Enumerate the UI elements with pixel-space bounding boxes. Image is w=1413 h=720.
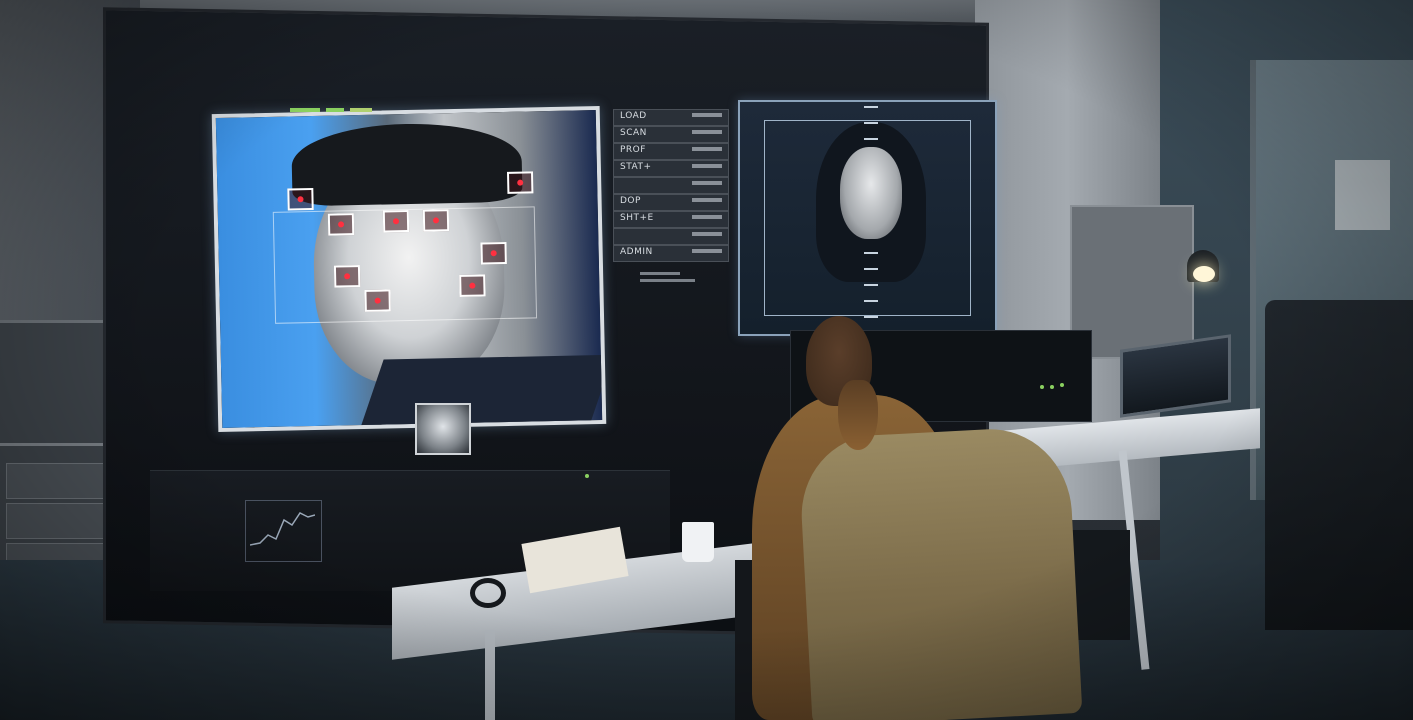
status-led	[1050, 385, 1054, 389]
left-face-monitor	[211, 105, 607, 433]
drawer	[6, 503, 112, 539]
status-panel: LOAD SCAN PROF STAT+ DOP SHT+E ADMIN	[605, 95, 735, 262]
right-face-monitor	[738, 100, 997, 336]
scale-tick	[864, 122, 878, 124]
face-tracking-marker	[364, 289, 391, 312]
panel-row-value	[692, 181, 722, 185]
panel-row: STAT+	[613, 160, 729, 177]
face-tracking-marker	[459, 274, 486, 297]
headphones	[470, 578, 506, 608]
scale-tick	[864, 300, 878, 302]
scale-tick	[864, 252, 878, 254]
panel-row: DOP	[613, 194, 729, 211]
panel-row-label: ADMIN	[620, 247, 653, 257]
shelf-board	[0, 443, 120, 446]
panel-row: SHT+E	[613, 211, 729, 228]
face-tracking-marker	[333, 265, 361, 288]
face-tracking-marker	[480, 241, 507, 265]
panel-row: SCAN	[613, 126, 729, 143]
draped-coat	[797, 425, 1083, 720]
lamp-light	[1193, 266, 1215, 282]
face-tracking-marker	[382, 209, 410, 233]
wall-notice	[1335, 160, 1390, 230]
face-thumbnail	[415, 403, 471, 455]
panel-row	[613, 177, 729, 194]
face-tracking-marker	[287, 187, 314, 211]
scale-tick	[864, 268, 878, 270]
panel-row-value	[692, 113, 722, 117]
scale-tick	[864, 106, 878, 108]
scale-tick	[864, 284, 878, 286]
panel-row-label: LOAD	[620, 111, 647, 121]
face-tracking-marker	[422, 209, 450, 232]
signal-meter	[350, 108, 372, 112]
panel-row-label: STAT+	[620, 162, 652, 172]
panel-row-value	[692, 215, 722, 219]
ponytail	[838, 380, 878, 450]
status-led	[1040, 385, 1044, 389]
status-led	[1060, 383, 1064, 387]
scale-tick	[864, 138, 878, 140]
panel-row: ADMIN	[613, 245, 729, 262]
panel-row-label: SCAN	[620, 128, 647, 138]
panel-row-label: PROF	[620, 145, 646, 155]
readout-line	[640, 272, 680, 275]
panel-row: LOAD	[613, 109, 729, 126]
status-led	[585, 474, 589, 478]
face-tracking-marker	[327, 213, 355, 236]
face-tracking-marker	[506, 171, 534, 194]
panel-row-value	[692, 232, 722, 236]
waveform-line	[250, 512, 315, 546]
panel-row	[613, 228, 729, 245]
panel-row-value	[692, 130, 722, 134]
drawer	[6, 463, 112, 499]
coffee-mug	[682, 522, 714, 562]
panel-row: PROF	[613, 143, 729, 160]
jacket-collar	[359, 354, 607, 431]
surveillance-room-scene: LOAD SCAN PROF STAT+ DOP SHT+E ADMIN	[0, 0, 1413, 720]
panel-row-label: SHT+E	[620, 213, 654, 223]
small-readout	[640, 268, 700, 292]
readout-line	[640, 279, 695, 282]
scale-tick	[864, 316, 878, 318]
vertical-scale	[864, 102, 878, 334]
signal-meter	[290, 108, 320, 112]
panel-row-label: DOP	[620, 196, 641, 206]
panel-row-value	[692, 198, 722, 202]
signal-meter	[326, 108, 344, 112]
panel-row-value	[692, 147, 722, 151]
panel-row-value	[692, 164, 722, 168]
foreground-chair	[1265, 300, 1413, 630]
panel-row-value	[692, 249, 722, 253]
desk-leg	[485, 630, 495, 720]
